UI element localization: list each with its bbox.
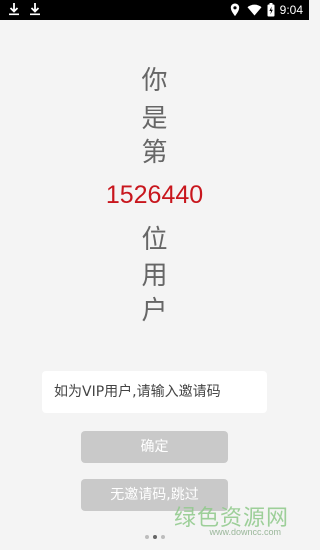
status-bar: 9:04 [0,0,309,20]
download-icon [8,2,20,16]
headline-char: 户 [141,296,168,326]
headline-char: 用 [141,261,168,291]
confirm-button[interactable]: 确定 [81,431,228,463]
location-icon [230,3,242,17]
user-rank-number: 1526440 [105,181,204,209]
page-dot [144,535,149,539]
headline-char: 第 [141,138,168,168]
page-dot-active [152,535,157,539]
download-icon [29,2,41,16]
page-dot [160,535,165,539]
headline-char: 位 [141,225,168,255]
battery-charging-icon [267,3,275,17]
headline-char: 是 [141,104,168,134]
invite-code-input[interactable] [42,371,267,413]
watermark-url: www.downcc.com [209,527,281,537]
headline-char: 你 [141,66,168,96]
status-time: 9:04 [279,3,303,17]
wifi-icon [247,3,262,17]
